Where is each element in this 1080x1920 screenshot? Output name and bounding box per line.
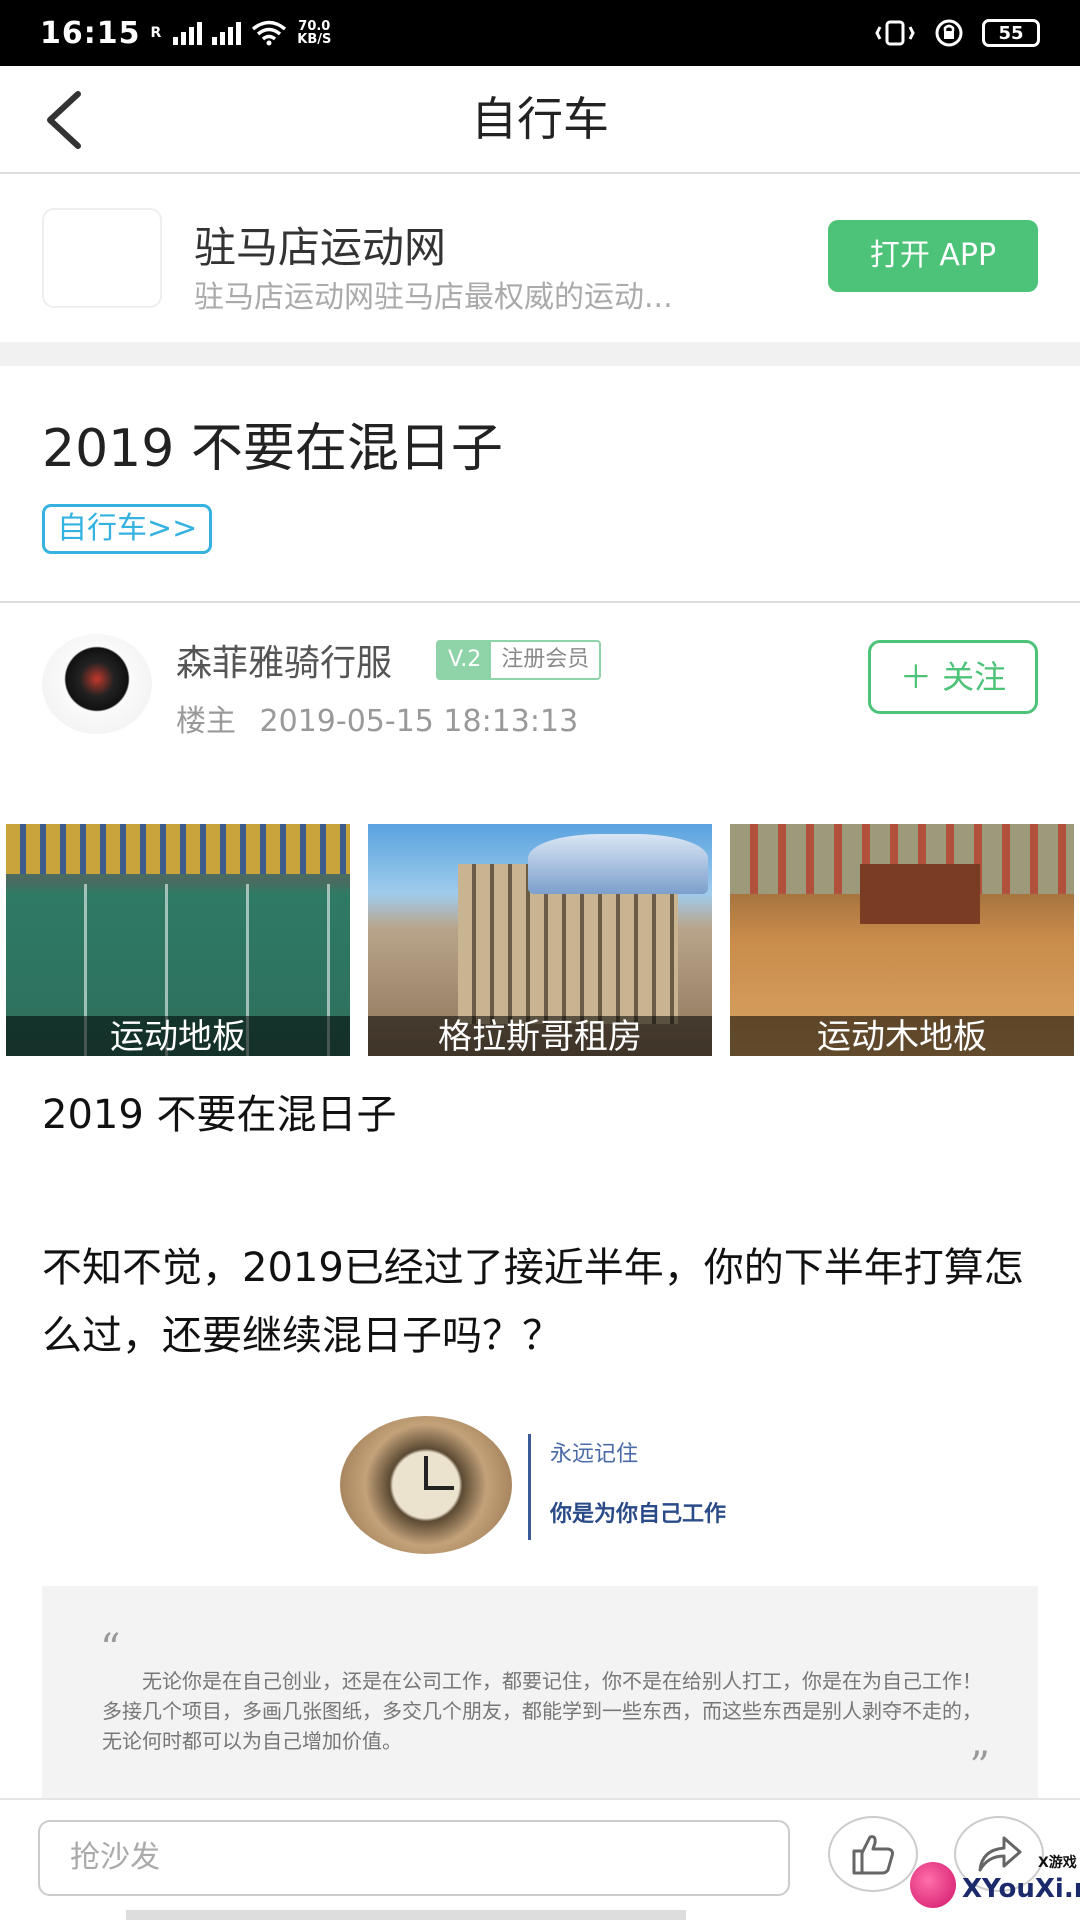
comment-input[interactable]: 抢沙发 bbox=[38, 1820, 790, 1896]
lock-rotation-icon bbox=[935, 19, 963, 47]
page-title: 自行车 bbox=[471, 92, 609, 146]
app-logo bbox=[42, 208, 162, 308]
ad-image-detail bbox=[860, 864, 980, 924]
app-description: 驻马店运动网驻马店最权威的运动... bbox=[194, 280, 673, 315]
category-tag[interactable]: 自行车>> bbox=[42, 504, 213, 554]
author-row: 森菲雅骑行服 V.2 注册会员 楼主 2019-05-15 18:13:13 ＋… bbox=[0, 620, 1080, 740]
status-time: 16:15 bbox=[40, 15, 141, 51]
quote-close-mark: ” bbox=[969, 1744, 990, 1790]
like-button[interactable] bbox=[828, 1816, 918, 1892]
ad-strip: 运动地板 格拉斯哥租房 运动木地板 bbox=[0, 824, 1080, 1056]
floor-position: 楼主 bbox=[176, 704, 236, 739]
banner-line-1: 永远记住 bbox=[550, 1442, 639, 1467]
author-meta: 楼主 2019-05-15 18:13:13 bbox=[176, 696, 578, 740]
content-paragraph: 不知不觉，2019已经过了接近半年，你的下半年打算怎么过，还要继续混日子吗？？ bbox=[42, 1245, 1024, 1359]
post-timestamp: 2019-05-15 18:13:13 bbox=[259, 704, 579, 739]
member-level-badge: V.2 注册会员 bbox=[436, 640, 602, 680]
open-app-button[interactable]: 打开 APP bbox=[828, 220, 1038, 292]
follow-button[interactable]: ＋ 关注 bbox=[868, 640, 1038, 714]
clock-hand bbox=[424, 1456, 428, 1490]
app-root: 16:15 R 70.0 KB/S 55 自行车 驻马店运动网 驻马店运动网驻马… bbox=[0, 0, 1080, 1920]
banner-divider bbox=[528, 1434, 531, 1540]
net-speed-unit: KB/S bbox=[297, 32, 332, 47]
ad-card[interactable]: 运动地板 bbox=[6, 824, 350, 1056]
post-title: 2019 不要在混日子 bbox=[42, 419, 503, 479]
level-label: V.2 bbox=[438, 642, 492, 678]
ad-image bbox=[6, 824, 350, 874]
watermark-small: X游戏 bbox=[1038, 1855, 1077, 1871]
member-role: 注册会员 bbox=[501, 647, 590, 672]
nav-bar: 自行车 bbox=[0, 66, 1080, 174]
ad-card[interactable]: 格拉斯哥租房 bbox=[368, 824, 712, 1056]
alarm-clock-image bbox=[340, 1416, 512, 1554]
scroll-indicator bbox=[126, 1910, 686, 1920]
app-name: 驻马店运动网 bbox=[194, 223, 447, 272]
status-bar: 16:15 R 70.0 KB/S 55 bbox=[0, 0, 1080, 66]
clock-hand bbox=[426, 1486, 454, 1490]
ad-card[interactable]: 运动木地板 bbox=[730, 824, 1074, 1056]
signal-icon-2 bbox=[212, 21, 242, 45]
author-name[interactable]: 森菲雅骑行服 bbox=[176, 634, 392, 686]
ad-caption: 运动地板 bbox=[6, 1016, 350, 1056]
ad-caption: 运动木地板 bbox=[730, 1016, 1074, 1056]
app-download-banner: 驻马店运动网 驻马店运动网驻马店最权威的运动... 打开 APP bbox=[0, 176, 1080, 342]
quote-text: 无论你是在自己创业，还是在公司工作，都要记住，你不是在给别人打工，你是在为自己工… bbox=[102, 1669, 982, 1753]
divider bbox=[0, 601, 1080, 603]
roaming-indicator: R bbox=[150, 25, 162, 41]
back-arrow-icon[interactable] bbox=[40, 88, 100, 152]
banner-line-2: 你是为你自己工作 bbox=[550, 1502, 727, 1527]
status-left: 16:15 R 70.0 KB/S bbox=[40, 16, 331, 51]
wifi-icon bbox=[252, 20, 287, 46]
avatar[interactable] bbox=[42, 634, 152, 734]
ad-caption: 格拉斯哥租房 bbox=[368, 1016, 712, 1056]
ad-image-detail bbox=[528, 834, 708, 894]
content-image-banner: 永远记住 你是为你自己工作 bbox=[340, 1412, 760, 1558]
battery-indicator: 55 bbox=[982, 19, 1040, 47]
watermark: X游戏 XYouXi.net bbox=[910, 1852, 1080, 1920]
net-speed: 70.0 KB/S bbox=[297, 20, 331, 46]
vibrate-icon bbox=[875, 20, 915, 46]
status-right: 55 bbox=[874, 18, 1040, 48]
watermark-logo-icon bbox=[910, 1862, 956, 1908]
signal-icon bbox=[173, 21, 203, 45]
quote-block: “ 无论你是在自己创业，还是在公司工作，都要记住，你不是在给别人打工，你是在为自… bbox=[42, 1586, 1038, 1800]
watermark-text: XYouXi.net bbox=[962, 1874, 1080, 1904]
content-title: 2019 不要在混日子 bbox=[42, 1092, 397, 1138]
thumbs-up-icon bbox=[852, 1835, 894, 1875]
section-gap bbox=[0, 342, 1080, 366]
